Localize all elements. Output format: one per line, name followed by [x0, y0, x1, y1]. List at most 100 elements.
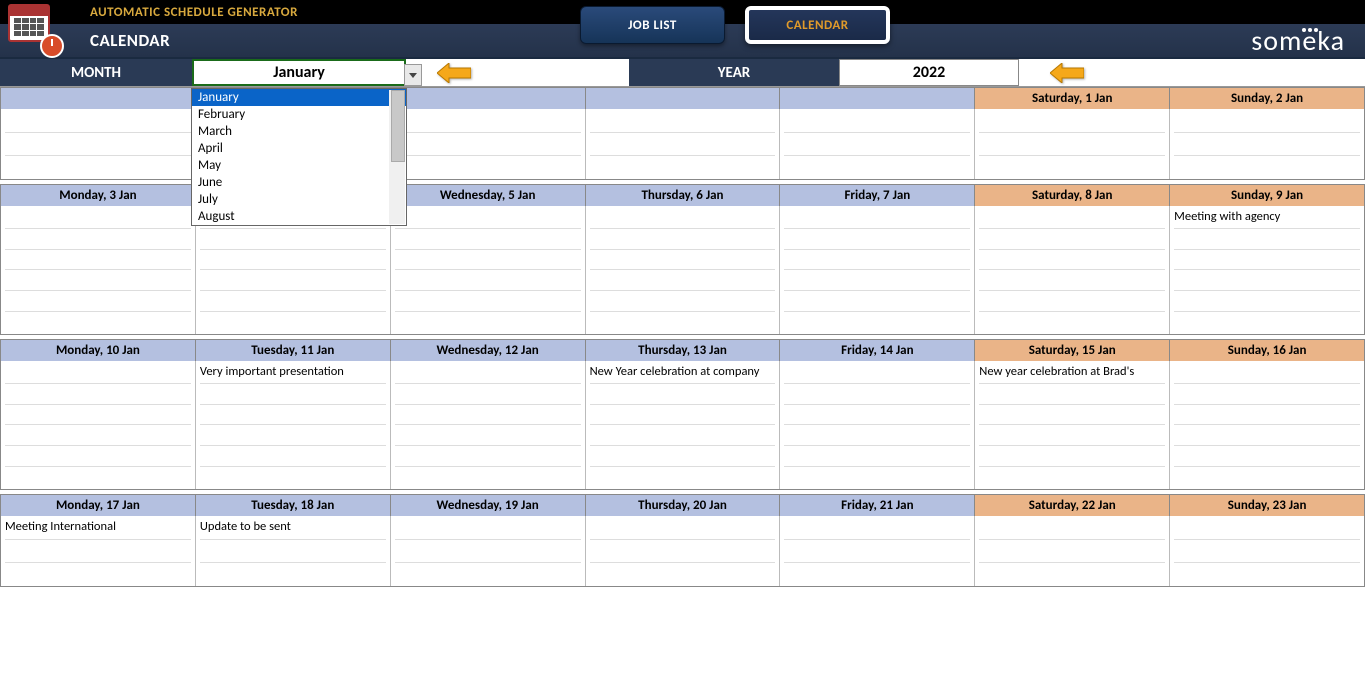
event-slot[interactable]	[200, 229, 386, 250]
event-slot[interactable]	[979, 208, 1165, 229]
event-slot[interactable]	[395, 270, 581, 291]
day-cell[interactable]	[780, 361, 975, 489]
day-cell[interactable]: Update to be sent	[196, 516, 391, 586]
event-slot[interactable]	[200, 291, 386, 312]
day-cell[interactable]: Very important presentation	[196, 361, 391, 489]
event-slot[interactable]	[979, 156, 1165, 177]
event-slot[interactable]	[590, 208, 776, 229]
event-slot[interactable]	[784, 405, 970, 426]
event-slot[interactable]	[200, 446, 386, 467]
event-slot[interactable]	[395, 208, 581, 229]
event-slot[interactable]	[784, 425, 970, 446]
nav-calendar-button[interactable]: CALENDAR	[745, 6, 890, 44]
event-slot[interactable]	[1174, 270, 1360, 291]
day-cell[interactable]	[975, 206, 1170, 334]
month-option[interactable]: August	[192, 208, 406, 225]
event-slot[interactable]	[395, 363, 581, 384]
day-cell[interactable]	[975, 516, 1170, 586]
event-slot[interactable]	[395, 156, 581, 177]
event-slot[interactable]	[200, 540, 386, 562]
event-slot[interactable]	[784, 518, 970, 540]
event-slot[interactable]	[5, 425, 191, 446]
day-cell[interactable]	[780, 206, 975, 334]
event-slot[interactable]	[979, 270, 1165, 291]
day-cell[interactable]	[780, 109, 975, 179]
event-slot[interactable]	[395, 405, 581, 426]
event-slot[interactable]	[1174, 467, 1360, 487]
event-slot[interactable]	[784, 111, 970, 133]
month-dropdown-button[interactable]	[404, 64, 422, 86]
event-slot[interactable]	[784, 467, 970, 487]
nav-joblist-button[interactable]: JOB LIST	[580, 6, 725, 44]
event-slot[interactable]	[5, 563, 191, 584]
event-slot[interactable]	[590, 425, 776, 446]
event-slot[interactable]	[590, 384, 776, 405]
event-slot[interactable]	[200, 250, 386, 271]
event-slot[interactable]	[784, 270, 970, 291]
event-slot[interactable]	[200, 467, 386, 487]
event-slot[interactable]	[784, 563, 970, 584]
day-cell[interactable]	[391, 361, 586, 489]
event-slot[interactable]	[1174, 250, 1360, 271]
event-slot[interactable]	[784, 133, 970, 155]
event-slot[interactable]	[784, 540, 970, 562]
event-slot[interactable]	[5, 446, 191, 467]
event-slot[interactable]	[979, 540, 1165, 562]
month-option[interactable]: June	[192, 174, 406, 191]
day-cell[interactable]	[1, 206, 196, 334]
event-slot[interactable]	[1174, 111, 1360, 133]
event-slot[interactable]	[590, 250, 776, 271]
event-slot[interactable]	[5, 405, 191, 426]
event-slot[interactable]	[590, 111, 776, 133]
event-slot[interactable]	[784, 229, 970, 250]
event-slot[interactable]	[395, 518, 581, 540]
event-slot[interactable]	[1174, 384, 1360, 405]
event-slot[interactable]	[1174, 540, 1360, 562]
month-option[interactable]: July	[192, 191, 406, 208]
day-cell[interactable]	[1170, 109, 1364, 179]
day-cell[interactable]	[391, 109, 586, 179]
event-slot[interactable]	[979, 405, 1165, 426]
event-slot[interactable]	[395, 133, 581, 155]
event-slot[interactable]	[979, 133, 1165, 155]
event-slot[interactable]	[590, 405, 776, 426]
event-slot[interactable]	[979, 291, 1165, 312]
event-slot[interactable]	[200, 312, 386, 332]
dropdown-scroll-thumb[interactable]	[391, 90, 405, 162]
event-slot[interactable]	[979, 467, 1165, 487]
event-slot[interactable]	[1174, 291, 1360, 312]
event-slot[interactable]	[5, 229, 191, 250]
event-slot[interactable]	[590, 133, 776, 155]
event-slot[interactable]	[590, 518, 776, 540]
event-slot[interactable]	[5, 250, 191, 271]
event-slot[interactable]: Very important presentation	[200, 363, 386, 384]
day-cell[interactable]	[1170, 516, 1364, 586]
event-slot[interactable]	[979, 518, 1165, 540]
event-slot[interactable]	[784, 312, 970, 332]
event-slot[interactable]	[784, 156, 970, 177]
event-slot[interactable]	[395, 563, 581, 584]
event-slot[interactable]: Meeting International	[5, 518, 191, 540]
event-slot[interactable]	[590, 270, 776, 291]
event-slot[interactable]	[979, 229, 1165, 250]
event-slot[interactable]	[784, 363, 970, 384]
month-dropdown-list[interactable]: JanuaryFebruaryMarchAprilMayJuneJulyAugu…	[191, 88, 407, 226]
day-cell[interactable]: Meeting International	[1, 516, 196, 586]
month-option[interactable]: May	[192, 157, 406, 174]
event-slot[interactable]	[1174, 563, 1360, 584]
event-slot[interactable]	[590, 229, 776, 250]
event-slot[interactable]	[979, 312, 1165, 332]
event-slot[interactable]	[5, 133, 191, 155]
day-cell[interactable]	[391, 516, 586, 586]
event-slot[interactable]: New Year celebration at company	[590, 363, 776, 384]
event-slot[interactable]: New year celebration at Brad's	[979, 363, 1165, 384]
event-slot[interactable]	[590, 156, 776, 177]
event-slot[interactable]	[395, 229, 581, 250]
event-slot[interactable]	[5, 312, 191, 332]
month-option[interactable]: January	[192, 89, 406, 106]
event-slot[interactable]	[1174, 446, 1360, 467]
day-cell[interactable]	[586, 516, 781, 586]
day-cell[interactable]: Meeting with agency	[1170, 206, 1364, 334]
event-slot[interactable]	[395, 312, 581, 332]
day-cell[interactable]	[780, 516, 975, 586]
